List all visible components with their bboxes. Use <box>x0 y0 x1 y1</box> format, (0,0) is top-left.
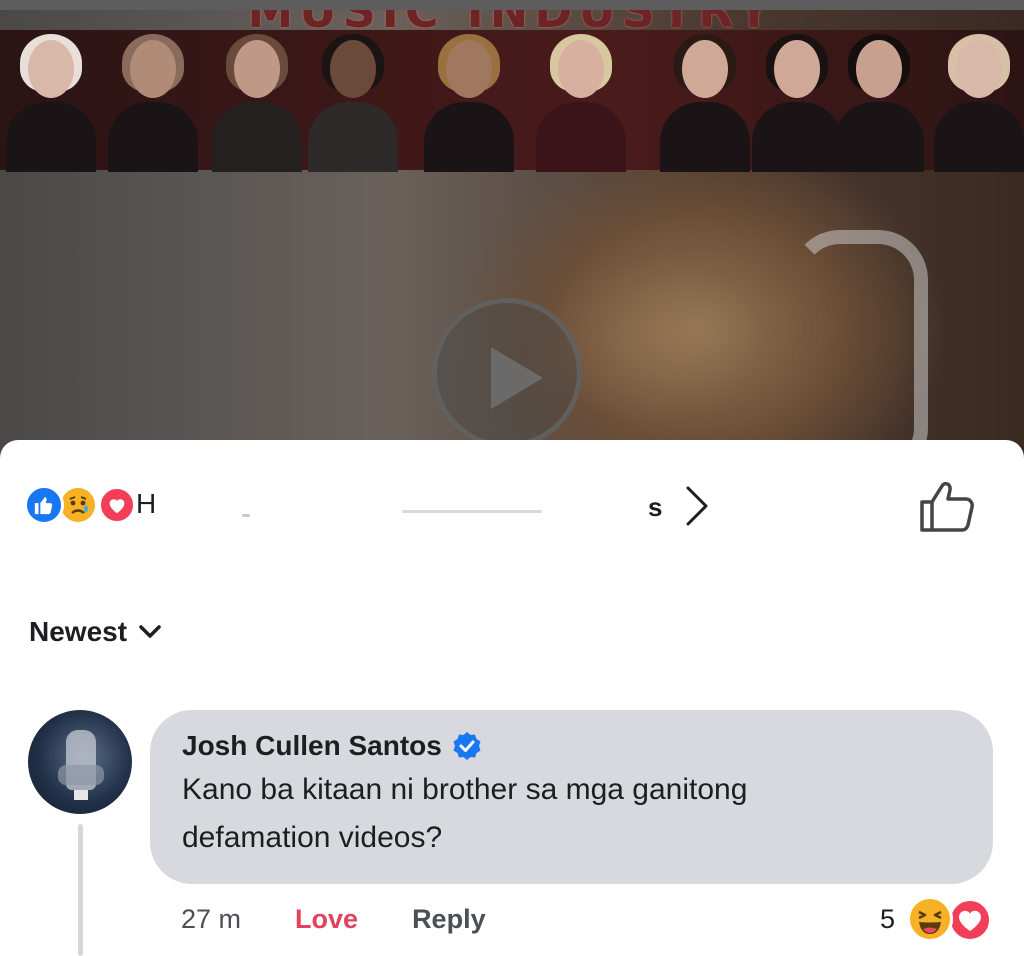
love-icon <box>948 898 992 942</box>
banner-person <box>424 34 514 172</box>
headphone-shape <box>790 230 928 460</box>
video-thumbnail[interactable]: MUSIC INDUSTRY <box>0 0 1024 460</box>
banner-person <box>6 34 96 172</box>
chevron-right-icon[interactable] <box>684 484 710 528</box>
comment-time: 27 m <box>181 904 242 934</box>
love-reaction-button[interactable]: Love <box>295 904 358 935</box>
status-bar <box>0 0 1024 10</box>
comments-sheet: H s Newest Josh Cullen Santos Kano ba ki… <box>0 440 1024 956</box>
comment-text-line: defamation videos? <box>182 821 443 854</box>
comment-text-line: Kano ba kitaan ni brother sa mga ganiton… <box>182 773 748 806</box>
avatar[interactable] <box>28 710 132 814</box>
chevron-down-icon <box>139 625 161 638</box>
comment-text: Kano ba kitaan ni brother sa mga ganiton… <box>182 766 961 862</box>
sad-icon <box>58 485 98 525</box>
play-button[interactable] <box>432 298 582 448</box>
redacted-text <box>242 514 250 517</box>
verified-badge-icon <box>453 732 481 760</box>
banner-person <box>752 34 842 172</box>
banner-person <box>834 34 924 172</box>
comment-actions: 27 m Love Reply <box>181 904 486 935</box>
avatar-label <box>74 790 88 800</box>
thumbs-up-icon[interactable] <box>918 480 976 534</box>
reactor-name-end: s <box>648 492 663 522</box>
reply-button[interactable]: Reply <box>412 904 486 935</box>
banner-person <box>660 34 750 172</box>
banner-person <box>308 34 398 172</box>
reactions-summary[interactable]: H s <box>24 480 1004 532</box>
haha-icon <box>907 896 953 942</box>
avatar-figure <box>58 765 104 785</box>
banner-person <box>536 34 626 172</box>
like-icon <box>24 485 64 525</box>
reactor-name-start: H <box>136 488 157 519</box>
sort-dropdown[interactable]: Newest <box>29 616 161 648</box>
redacted-text <box>402 510 542 513</box>
banner-person <box>108 34 198 172</box>
comment-author[interactable]: Josh Cullen Santos <box>182 730 442 762</box>
comment-bubble[interactable]: Josh Cullen Santos Kano ba kitaan ni bro… <box>150 710 993 884</box>
banner-person <box>212 34 302 172</box>
thread-line <box>78 824 83 956</box>
play-icon <box>491 347 543 409</box>
comment-author-row: Josh Cullen Santos <box>182 730 961 762</box>
love-icon <box>98 486 136 524</box>
reaction-count[interactable]: 5 <box>880 904 895 935</box>
banner-person <box>934 34 1024 172</box>
sort-label: Newest <box>29 616 128 647</box>
